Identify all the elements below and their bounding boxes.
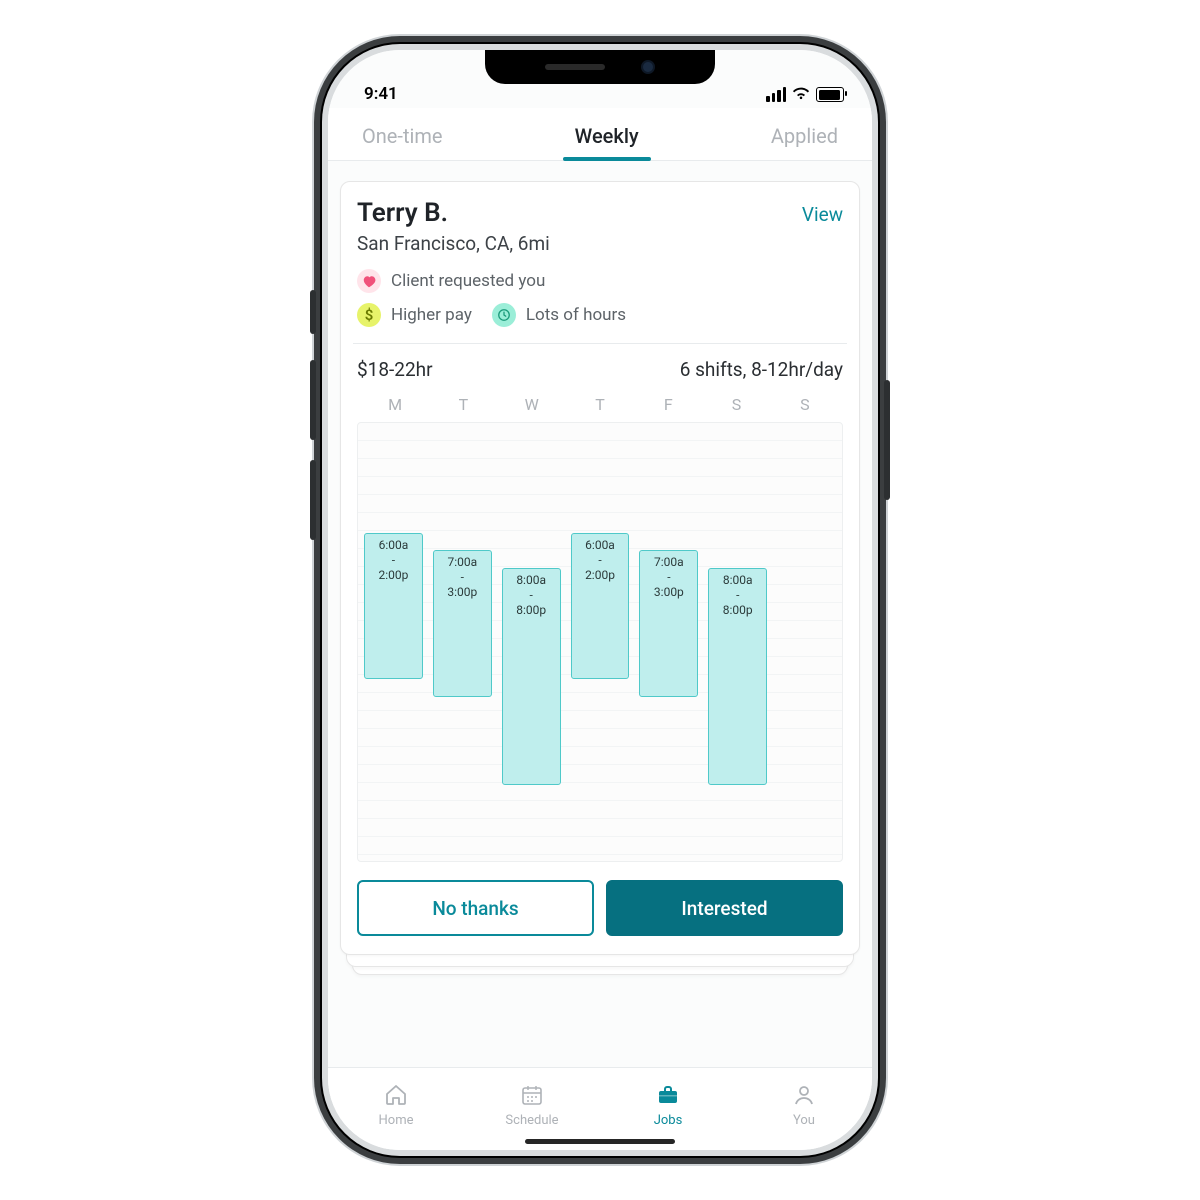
day-header: F: [634, 395, 702, 414]
wifi-icon: [792, 85, 810, 104]
card-header: Terry B. View: [357, 198, 843, 228]
nav-schedule[interactable]: Schedule: [487, 1083, 577, 1128]
notch: [485, 50, 715, 84]
rate-row: $18-22hr 6 shifts, 8-12hr/day: [357, 358, 843, 381]
view-link[interactable]: View: [802, 203, 843, 226]
schedule-column: 7:00a-3:00p: [637, 427, 700, 857]
status-icons: [766, 85, 844, 104]
home-indicator: [525, 1139, 675, 1144]
client-location: San Francisco, CA, 6mi: [357, 232, 843, 255]
nav-jobs-label: Jobs: [654, 1113, 683, 1128]
shift-block[interactable]: 8:00a-8:00p: [502, 568, 561, 785]
job-card: Terry B. View San Francisco, CA, 6mi Cli…: [340, 181, 860, 955]
power-button: [884, 380, 890, 500]
schedule-column: 6:00a-2:00p: [569, 427, 632, 857]
calendar-icon: [519, 1083, 545, 1111]
top-tabs: One-time Weekly Applied: [328, 108, 872, 161]
shift-block[interactable]: 8:00a-8:00p: [708, 568, 767, 785]
no-thanks-button[interactable]: No thanks: [357, 880, 594, 936]
interested-button[interactable]: Interested: [606, 880, 843, 936]
badge-requested-label: Client requested you: [391, 271, 545, 291]
volume-down-button: [310, 460, 316, 540]
dollar-icon: $: [357, 303, 381, 327]
shift-block[interactable]: 6:00a-2:00p: [571, 533, 630, 680]
clock-icon: [492, 303, 516, 327]
day-header: T: [566, 395, 634, 414]
nav-home[interactable]: Home: [351, 1083, 441, 1128]
nav-you-label: You: [793, 1113, 815, 1128]
tab-weekly[interactable]: Weekly: [569, 118, 645, 160]
home-icon: [383, 1083, 409, 1111]
speaker: [545, 64, 605, 70]
cell-signal-icon: [766, 87, 786, 102]
status-time: 9:41: [364, 84, 398, 104]
badge-higher-pay-label: Higher pay: [391, 305, 472, 325]
day-header: S: [771, 395, 839, 414]
battery-icon: [816, 87, 844, 102]
schedule-column: 8:00a-8:00p: [706, 427, 769, 857]
tab-one-time[interactable]: One-time: [356, 118, 449, 160]
client-name: Terry B.: [357, 198, 448, 228]
person-icon: [791, 1083, 817, 1111]
shift-block[interactable]: 7:00a-3:00p: [639, 550, 698, 697]
schedule-column: 8:00a-8:00p: [500, 427, 563, 857]
bottom-nav: Home Schedule Jobs: [328, 1067, 872, 1150]
nav-you[interactable]: You: [759, 1083, 849, 1128]
day-header: S: [702, 395, 770, 414]
nav-jobs[interactable]: Jobs: [623, 1083, 713, 1128]
badges: Client requested you $ Higher pay: [357, 269, 843, 327]
badge-lots-hours: Lots of hours: [492, 303, 626, 327]
badge-requested: Client requested you: [357, 269, 843, 293]
screen: 9:41 One-time Weekly Applied: [328, 50, 872, 1150]
nav-schedule-label: Schedule: [505, 1113, 558, 1128]
schedule-column: [775, 427, 838, 857]
heart-icon: [357, 269, 381, 293]
badge-higher-pay: $ Higher pay: [357, 303, 472, 327]
schedule-grid: 6:00a-2:00p7:00a-3:00p8:00a-8:00p6:00a-2…: [357, 422, 843, 862]
shift-summary: 6 shifts, 8-12hr/day: [680, 358, 843, 381]
pay-rate: $18-22hr: [357, 358, 433, 381]
nav-home-label: Home: [379, 1113, 414, 1128]
phone-frame: 9:41 One-time Weekly Applied: [328, 50, 872, 1150]
day-header-row: MTWTFSS: [357, 381, 843, 422]
card-actions: No thanks Interested: [357, 880, 843, 936]
divider: [353, 343, 847, 344]
day-header: T: [429, 395, 497, 414]
briefcase-icon: [655, 1083, 681, 1111]
day-header: W: [498, 395, 566, 414]
card-stack: Terry B. View San Francisco, CA, 6mi Cli…: [340, 181, 860, 955]
schedule-column: 7:00a-3:00p: [431, 427, 494, 857]
shift-block[interactable]: 7:00a-3:00p: [433, 550, 492, 697]
schedule-column: 6:00a-2:00p: [362, 427, 425, 857]
day-header: M: [361, 395, 429, 414]
side-button: [310, 290, 316, 334]
tab-applied[interactable]: Applied: [765, 118, 844, 160]
volume-up-button: [310, 360, 316, 440]
badge-lots-hours-label: Lots of hours: [526, 305, 626, 325]
shift-block[interactable]: 6:00a-2:00p: [364, 533, 423, 680]
content: Terry B. View San Francisco, CA, 6mi Cli…: [328, 161, 872, 955]
front-camera: [641, 60, 655, 74]
